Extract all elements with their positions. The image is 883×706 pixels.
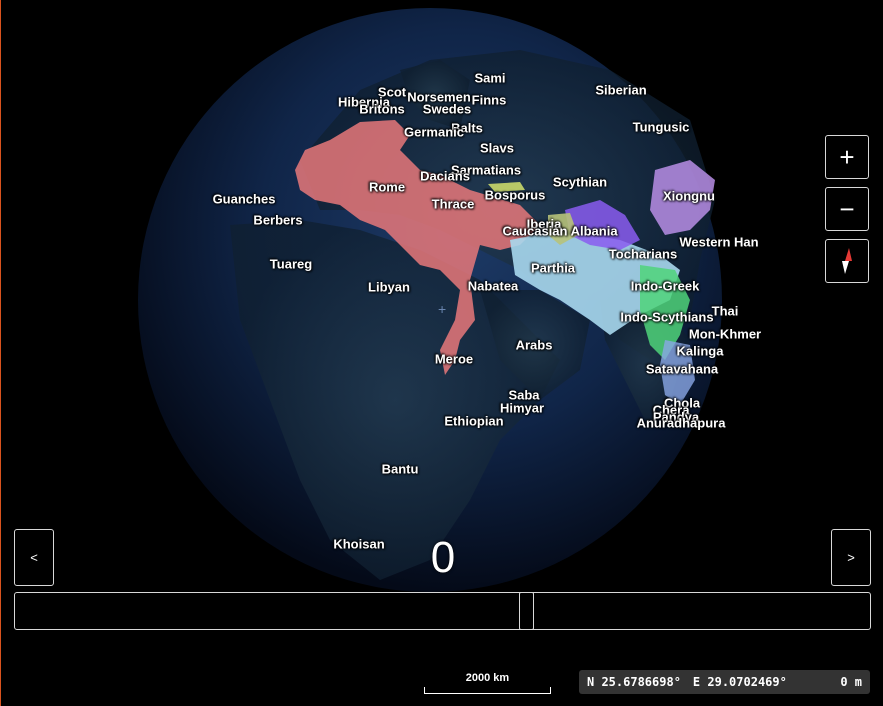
zoom-out-button[interactable]: −: [825, 187, 869, 231]
next-button[interactable]: >: [831, 529, 871, 586]
timeline-slider[interactable]: [14, 592, 871, 630]
elevation-value: 0 m: [840, 675, 862, 689]
previous-label: <: [30, 550, 38, 565]
compass-icon: [842, 248, 852, 274]
crosshair-icon: +: [438, 301, 447, 317]
timeline-slider-handle[interactable]: [519, 592, 534, 630]
latitude-value: N 25.6786698°: [587, 675, 681, 689]
zoom-in-label: +: [839, 142, 855, 172]
scale-line: [424, 687, 551, 694]
scale-bar: 2000 km: [424, 670, 551, 694]
zoom-out-label: −: [839, 194, 855, 224]
coordinate-readout: N 25.6786698° E 29.0702469° 0 m: [579, 670, 870, 694]
longitude-value: E 29.0702469°: [692, 675, 787, 689]
scale-label: 2000 km: [465, 672, 510, 684]
previous-button[interactable]: <: [14, 529, 54, 586]
year-display: 0: [430, 533, 456, 582]
next-label: >: [847, 550, 855, 565]
compass-button[interactable]: [825, 239, 869, 283]
zoom-in-button[interactable]: +: [825, 135, 869, 179]
